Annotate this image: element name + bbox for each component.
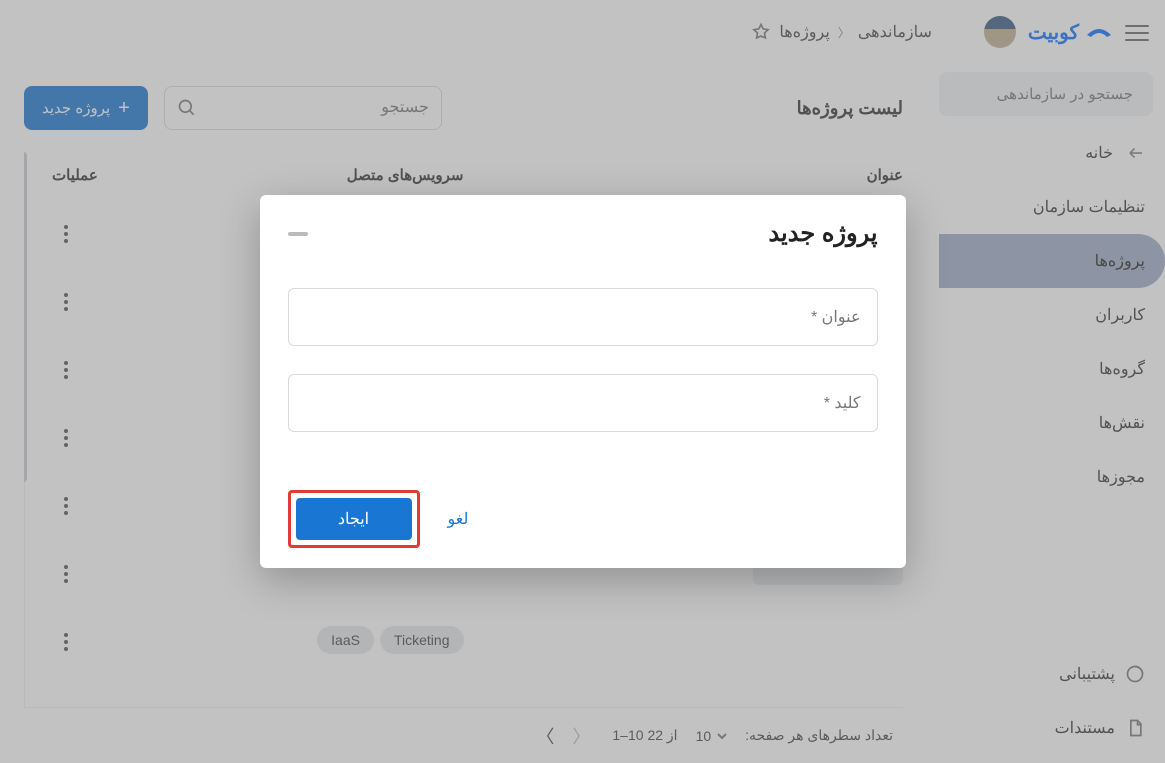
dialog-title: پروژه جدید <box>308 219 878 248</box>
modal-overlay[interactable]: پروژه جدید عنوان * کلید * لغو ایجاد <box>0 0 1165 763</box>
title-field[interactable]: عنوان * <box>288 288 878 346</box>
key-field[interactable]: کلید * <box>288 374 878 432</box>
title-field-label: عنوان * <box>811 307 861 327</box>
create-button[interactable]: ایجاد <box>296 498 412 540</box>
minimize-icon[interactable] <box>288 232 308 236</box>
new-project-dialog: پروژه جدید عنوان * کلید * لغو ایجاد <box>260 195 906 568</box>
key-field-label: کلید * <box>824 393 861 413</box>
cancel-button[interactable]: لغو <box>434 490 483 548</box>
highlight-annotation: ایجاد <box>288 490 420 548</box>
